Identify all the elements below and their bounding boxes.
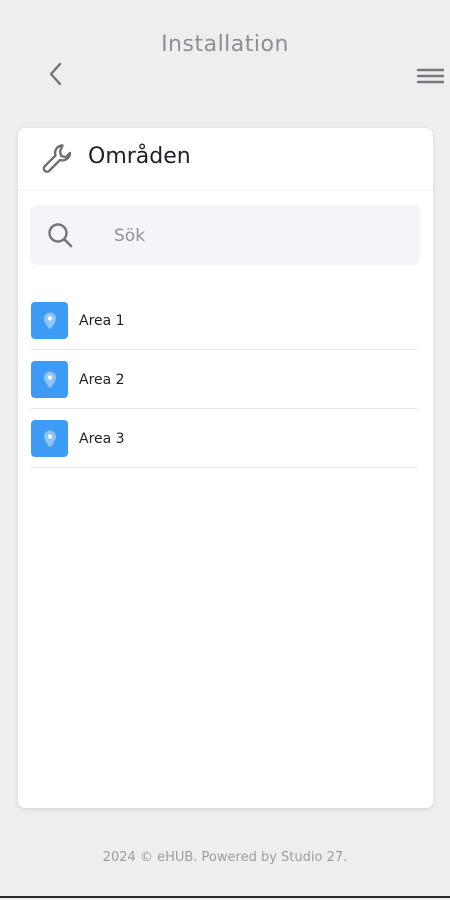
area-label: Area 2 <box>79 371 125 388</box>
search-input[interactable] <box>112 220 396 252</box>
area-list: Area 1 Area 2 Area 3 <box>31 292 417 469</box>
areas-card: Områden Area 1 Area 2 <box>18 128 433 808</box>
wrench-icon <box>42 144 72 173</box>
list-item-area-3[interactable]: Area 3 <box>31 410 417 468</box>
menu-button[interactable] <box>414 62 450 90</box>
list-item-area-1[interactable]: Area 1 <box>31 292 417 350</box>
search-box[interactable] <box>30 205 420 265</box>
area-label: Area 1 <box>79 312 125 329</box>
search-icon <box>48 223 73 248</box>
list-item-area-2[interactable]: Area 2 <box>31 351 417 409</box>
bottom-divider <box>0 896 450 898</box>
footer-text: 2024 © eHUB. Powered by Studio 27. <box>102 850 348 865</box>
back-button[interactable] <box>40 58 72 90</box>
map-pin-icon <box>31 302 68 339</box>
hamburger-menu-icon <box>416 68 444 84</box>
card-header: Områden <box>18 128 433 191</box>
card-title: Områden <box>88 144 191 169</box>
page-title: Installation <box>161 32 289 57</box>
chevron-left-icon <box>49 62 62 86</box>
area-label: Area 3 <box>79 430 125 447</box>
map-pin-icon <box>31 420 68 457</box>
map-pin-icon <box>31 361 68 398</box>
